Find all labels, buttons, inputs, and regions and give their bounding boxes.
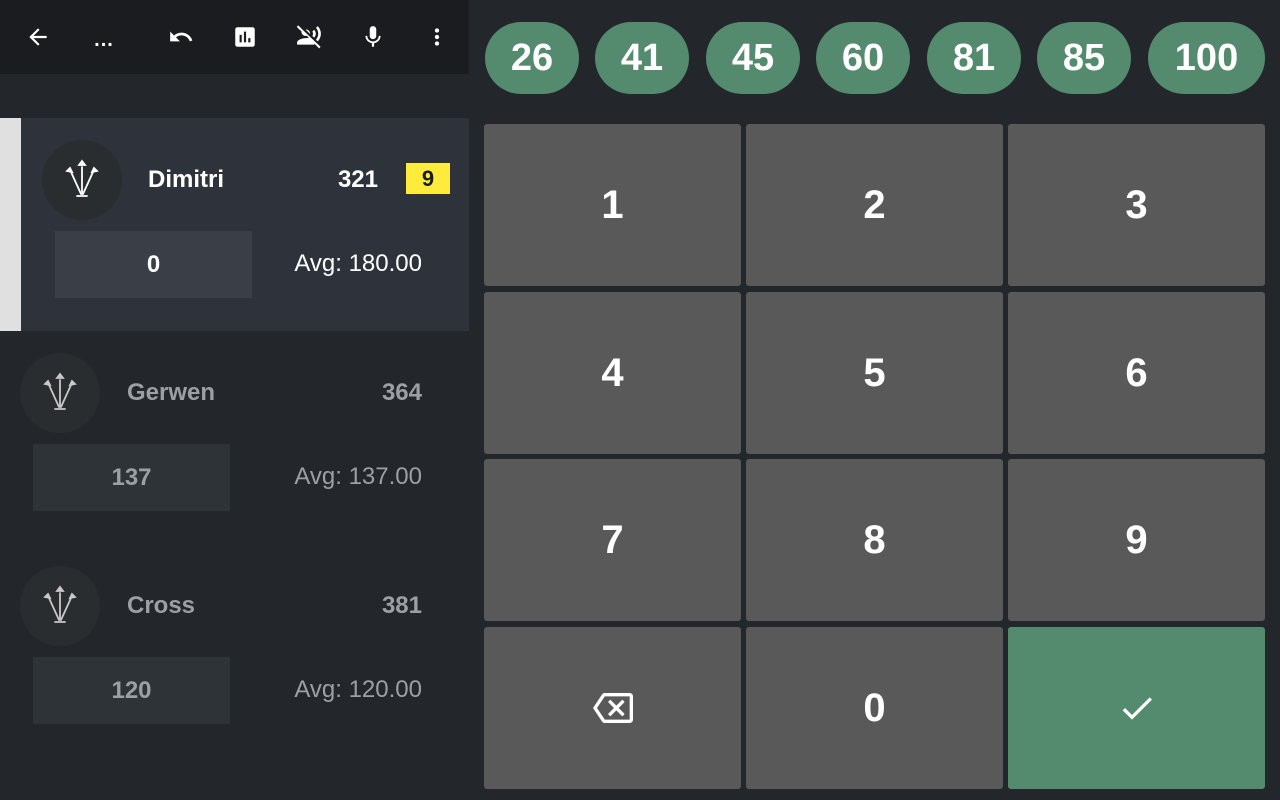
more-vert-icon — [434, 28, 440, 46]
player-remaining-score: 381 — [381, 592, 422, 619]
number-keypad: 1 2 3 4 5 6 7 8 9 0 — [484, 124, 1266, 789]
bar-chart-icon — [235, 27, 255, 47]
mic-icon — [365, 26, 381, 47]
quick-score-button[interactable]: 81 — [927, 22, 1021, 94]
backspace-icon — [592, 693, 633, 723]
darts-icon — [43, 372, 77, 410]
darts-thrown-badge: 9 — [406, 163, 450, 194]
quick-score-button[interactable]: 85 — [1037, 22, 1131, 94]
mic-button[interactable] — [349, 13, 397, 61]
key-4[interactable]: 4 — [484, 292, 741, 454]
quick-score-button[interactable]: 45 — [706, 22, 800, 94]
player-average: Avg: 120.00 — [294, 676, 422, 703]
key-5[interactable]: 5 — [746, 292, 1003, 454]
player-remaining-score: 364 — [381, 379, 422, 406]
undo-icon — [170, 31, 193, 42]
player-average: Avg: 180.00 — [294, 250, 422, 277]
confirm-button[interactable] — [1008, 627, 1265, 789]
player-card-cross[interactable]: Cross 381 120 Avg: 120.00 — [0, 544, 469, 757]
backspace-button[interactable] — [484, 627, 741, 789]
player-name: Gerwen — [127, 379, 216, 406]
arrow-back-icon — [29, 28, 47, 46]
player-average: Avg: 137.00 — [294, 463, 422, 490]
player-remaining-score: 321 — [337, 166, 378, 193]
player-avatar — [20, 353, 100, 433]
key-9[interactable]: 9 — [1008, 459, 1265, 621]
quick-score-row: 26 41 45 60 81 85 100 — [469, 22, 1280, 94]
quick-score-button[interactable]: 41 — [595, 22, 689, 94]
undo-button[interactable] — [157, 13, 205, 61]
quick-score-button[interactable]: 26 — [485, 22, 579, 94]
player-list: Dimitri 321 9 0 Avg: 180.00 Gerwen 364 1… — [0, 118, 469, 757]
player-name: Dimitri — [148, 166, 225, 193]
quick-score-button[interactable]: 60 — [816, 22, 910, 94]
last-turn-score: 120 — [33, 657, 230, 724]
player-avatar — [20, 566, 100, 646]
key-6[interactable]: 6 — [1008, 292, 1265, 454]
overflow-text-button[interactable]: ... — [80, 13, 128, 61]
stats-button[interactable] — [221, 13, 269, 61]
last-turn-score: 137 — [33, 444, 230, 511]
key-0[interactable]: 0 — [746, 627, 1003, 789]
darts-icon — [65, 159, 99, 197]
more-options-button[interactable] — [413, 13, 461, 61]
check-icon — [1122, 697, 1152, 720]
quick-score-button[interactable]: 100 — [1148, 22, 1265, 94]
overflow-label: ... — [94, 29, 114, 51]
player-name: Cross — [127, 592, 196, 619]
player-card-gerwen[interactable]: Gerwen 364 137 Avg: 137.00 — [0, 331, 469, 544]
back-button[interactable] — [14, 13, 62, 61]
voice-off-button[interactable] — [285, 13, 333, 61]
input-pane: 26 41 45 60 81 85 100 1 2 3 4 5 6 7 8 9 … — [469, 0, 1280, 800]
players-pane: ... Dimitri 321 9 0 Avg: 180.00 Gerwen 3… — [0, 0, 469, 800]
key-3[interactable]: 3 — [1008, 124, 1265, 286]
active-player-indicator — [0, 118, 21, 331]
key-7[interactable]: 7 — [484, 459, 741, 621]
darts-scorer-app: ... Dimitri 321 9 0 Avg: 180.00 Gerwen 3… — [0, 0, 1280, 800]
darts-icon — [43, 585, 77, 623]
key-1[interactable]: 1 — [484, 124, 741, 286]
key-8[interactable]: 8 — [746, 459, 1003, 621]
top-toolbar: ... — [0, 0, 469, 74]
player-avatar — [42, 140, 122, 220]
key-2[interactable]: 2 — [746, 124, 1003, 286]
voice-over-off-icon — [296, 25, 321, 49]
player-card-dimitri[interactable]: Dimitri 321 9 0 Avg: 180.00 — [0, 118, 469, 331]
